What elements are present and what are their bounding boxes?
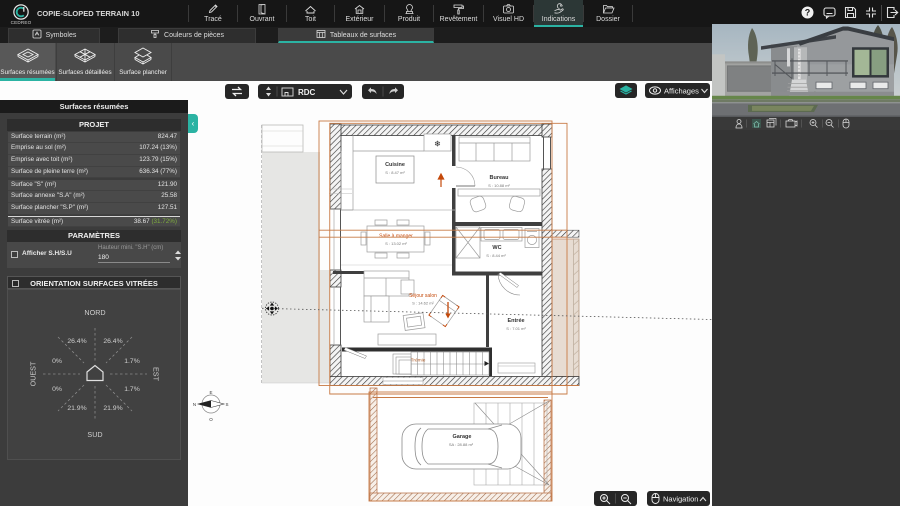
svg-text:?: ? [805,8,811,18]
svg-text:S: S [225,402,228,407]
svg-text:26.4%: 26.4% [67,338,86,345]
svg-text:Bureau: Bureau [490,175,509,181]
svg-text:Trémie: Trémie [411,358,426,364]
svg-text:Séjour salon: Séjour salon [409,293,437,299]
svg-text:N: N [193,402,196,407]
svg-text:SA : 28.88 m²: SA : 28.88 m² [449,442,474,447]
svg-text:SUD: SUD [87,430,102,439]
svg-text:NORD: NORD [84,308,105,317]
svg-text:S : 10.88 m²: S : 10.88 m² [488,183,510,188]
svg-text:S : 8.44 m²: S : 8.44 m² [486,253,506,258]
svg-text:S : 8.47 m²: S : 8.47 m² [385,170,405,175]
svg-text:21.9%: 21.9% [67,405,86,412]
svg-text:RDC: RDC [298,88,316,97]
svg-text:S : 14.62 m²: S : 14.62 m² [412,301,434,306]
svg-text:Entrée: Entrée [507,318,524,324]
svg-text:OUEST: OUEST [29,361,38,386]
svg-text:EST: EST [152,367,161,382]
svg-text:Affichages: Affichages [664,86,699,95]
svg-text:26.4%: 26.4% [103,338,122,345]
svg-text:Cuisine: Cuisine [385,162,405,168]
svg-text:Salle à manger: Salle à manger [379,234,413,240]
svg-text:S : 13.02 m²: S : 13.02 m² [385,241,407,246]
svg-text:0%: 0% [52,386,62,393]
svg-text:❄: ❄ [434,140,441,149]
svg-text:Garage: Garage [453,434,472,440]
svg-text:O: O [209,417,213,422]
svg-text:21.9%: 21.9% [103,405,122,412]
svg-text:E: E [209,390,212,395]
svg-text:0%: 0% [52,358,62,365]
svg-text:1.7%: 1.7% [124,386,140,393]
svg-text:1.7%: 1.7% [124,358,140,365]
svg-text:WC: WC [492,245,501,251]
svg-text:Navigation: Navigation [663,494,698,503]
svg-text:S : 7.01 m²: S : 7.01 m² [506,326,526,331]
